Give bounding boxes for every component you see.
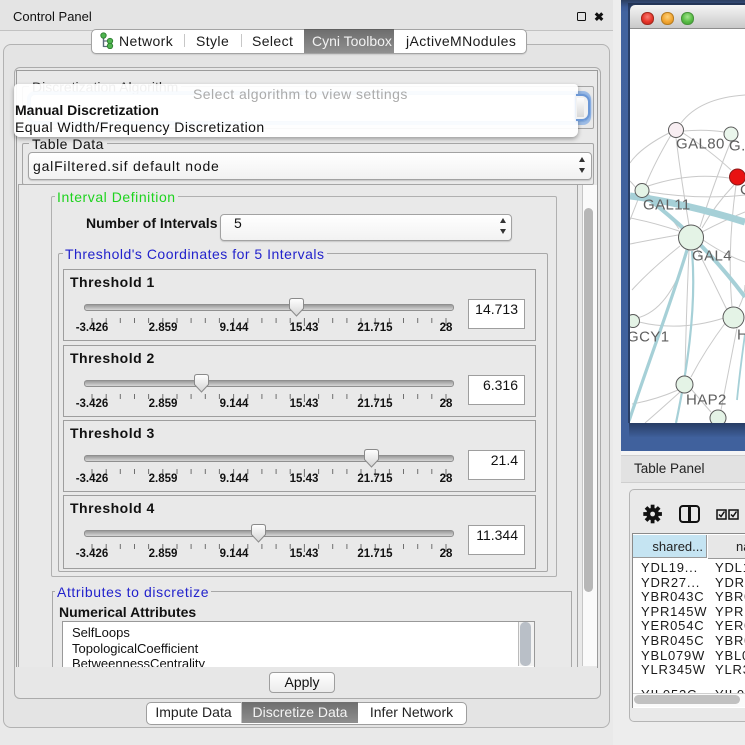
svg-text:GAL11: GAL11 — [643, 197, 691, 214]
svg-text:G.: G. — [729, 138, 745, 155]
svg-text:GCY1: GCY1 — [630, 329, 669, 346]
svg-text:GAL80: GAL80 — [676, 136, 725, 153]
svg-text:C: C — [740, 182, 745, 199]
svg-text:H: H — [737, 327, 745, 344]
svg-text:HAP2: HAP2 — [686, 392, 727, 409]
svg-text:GAL4: GAL4 — [692, 248, 732, 265]
